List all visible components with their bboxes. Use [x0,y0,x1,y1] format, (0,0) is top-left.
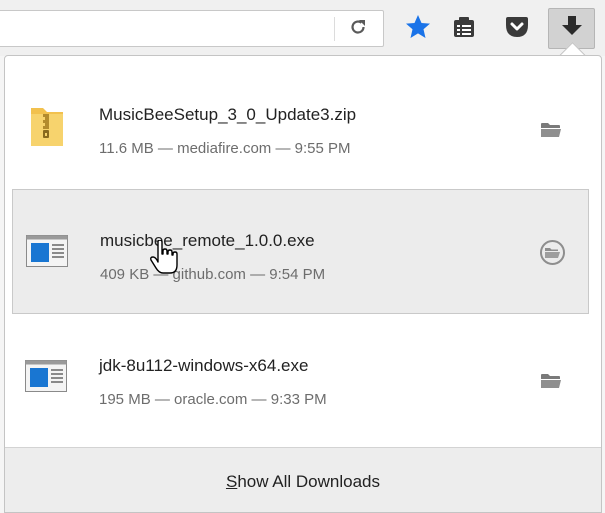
reload-button[interactable] [341,15,375,43]
exe-window-icon [26,235,68,281]
bookmark-star-button[interactable] [398,9,438,49]
url-bar-separator [334,17,335,41]
bookmark-star-icon [404,13,432,46]
download-status: 11.6 MB — mediafire.com — 9:55 PM [99,140,351,157]
zip-folder-icon [26,104,68,150]
hand-pointer-cursor-icon [150,239,178,276]
download-status: 409 KB — github.com — 9:54 PM [100,266,326,283]
pocket-button[interactable] [497,9,537,49]
accesskey-letter: S [225,471,238,491]
download-item[interactable]: jdk-8u112-windows-x64.exe 195 MB — oracl… [12,315,589,440]
download-item[interactable]: musicbee_remote_1.0.0.exe 409 KB — githu… [12,189,589,314]
pocket-icon [504,15,530,44]
download-item[interactable]: MusicBeeSetup_3_0_Update3.zip 11.6 MB — … [12,64,589,189]
reload-icon [348,17,368,42]
open-folder-icon[interactable] [540,122,562,138]
show-all-downloads-button[interactable]: Show All Downloads [5,447,601,512]
footer-label-text: how All Downloads [237,471,381,491]
open-folder-icon[interactable] [540,240,565,265]
download-arrow-icon [560,14,584,43]
download-filename: musicbee_remote_1.0.0.exe [100,231,315,250]
download-filename: jdk-8u112-windows-x64.exe [99,356,309,375]
browser-toolbar [0,0,605,56]
reading-list-icon [451,14,477,45]
url-bar[interactable] [0,10,384,47]
reading-list-button[interactable] [444,9,484,49]
download-status: 195 MB — oracle.com — 9:33 PM [99,391,327,408]
download-filename: MusicBeeSetup_3_0_Update3.zip [99,105,357,124]
show-all-downloads-label: Show All Downloads [226,472,380,492]
exe-window-icon [25,360,67,406]
open-folder-icon[interactable] [540,373,562,389]
downloads-panel: MusicBeeSetup_3_0_Update3.zip 11.6 MB — … [4,55,602,513]
